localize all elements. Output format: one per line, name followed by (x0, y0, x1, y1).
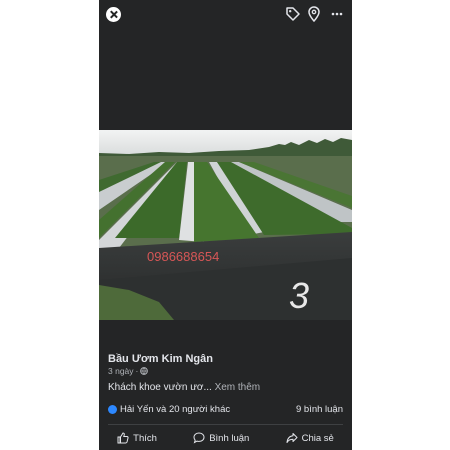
post-caption: Khách khoe vườn ươ... Xem thêm (108, 382, 260, 393)
share-label: Chia sẻ (301, 432, 334, 444)
chalk-mark: 3 (289, 275, 309, 316)
location-icon[interactable] (307, 6, 321, 22)
post-author[interactable]: Bầu Ươm Kim Ngân (108, 353, 213, 365)
viewer-top-bar (99, 0, 352, 32)
post-photo[interactable]: 0986688654 3 (99, 130, 352, 320)
separator-dot: · (135, 366, 139, 376)
comment-icon (193, 432, 205, 444)
divider (108, 424, 343, 425)
share-icon (286, 433, 298, 443)
post-actions: Thích Bình luận Chia sẻ (99, 429, 352, 447)
like-button[interactable]: Thích (117, 432, 157, 444)
more-icon[interactable] (331, 12, 343, 16)
post-meta: 3 ngày · (108, 366, 149, 376)
see-more-link[interactable]: Xem thêm (215, 382, 261, 393)
like-label: Thích (133, 432, 157, 444)
comment-label: Bình luận (209, 432, 250, 444)
reactions-text: Hải Yến và 20 người khác (120, 404, 231, 415)
like-icon (117, 432, 129, 444)
photo-viewer: 0986688654 3 Bầu Ươm Kim Ngân 3 ngày · K… (99, 0, 352, 450)
phone-number-overlay: 0986688654 (147, 249, 219, 264)
globe-icon (140, 367, 149, 375)
share-button[interactable]: Chia sẻ (286, 432, 334, 444)
caption-text: Khách khoe vườn ươ... (108, 382, 212, 393)
tag-icon[interactable] (285, 6, 301, 22)
post-time[interactable]: 3 ngày (108, 366, 134, 376)
reactions-summary[interactable]: Hải Yến và 20 người khác (108, 404, 230, 415)
comment-button[interactable]: Bình luận (193, 432, 249, 444)
comments-count[interactable]: 9 bình luận (296, 404, 343, 415)
like-reaction-icon (108, 405, 117, 414)
close-icon[interactable] (106, 7, 121, 22)
